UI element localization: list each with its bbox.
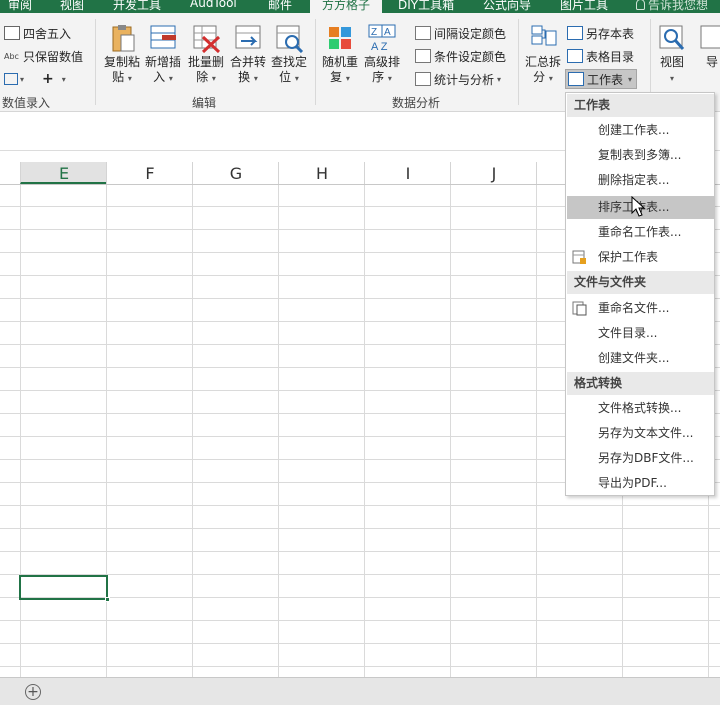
menu-item-protect-sheets[interactable]: 保护工作表: [567, 246, 714, 269]
round-button[interactable]: 四舍五入: [4, 23, 71, 43]
statistics-analysis-button[interactable]: 统计与分析 ▾: [415, 69, 501, 89]
tab-picture-tools[interactable]: 图片工具: [560, 0, 608, 13]
menu-section-header: 工作表: [567, 94, 714, 117]
mouse-pointer-icon: [631, 195, 647, 218]
insert-row-icon: [148, 23, 178, 53]
worksheet-dropdown-menu: 工作表 创建工作表... 复制表到多簿... 删除指定表... 排序工作表...…: [565, 92, 715, 496]
menu-item-format-convert[interactable]: 文件格式转换...: [567, 397, 714, 420]
navigation-icon: [697, 23, 720, 53]
active-cell[interactable]: [19, 575, 110, 602]
chevron-down-icon: ▾: [20, 74, 25, 84]
fill-handle[interactable]: [105, 597, 110, 602]
abc-icon: Abc: [4, 51, 19, 61]
table-directory-icon: [567, 49, 583, 63]
magnifier-icon: [274, 23, 304, 54]
plus-icon: +: [42, 71, 54, 87]
menu-item-create-sheet[interactable]: 创建工作表...: [567, 119, 714, 142]
chevron-down-icon: ▾: [628, 74, 633, 84]
table-directory-button[interactable]: 表格目录: [567, 46, 634, 66]
menu-item-delete-sheets[interactable]: 删除指定表...: [567, 169, 714, 192]
edit-dropdown-button[interactable]: ▾: [4, 69, 24, 89]
menu-section-header: 文件与文件夹: [567, 271, 714, 294]
save-icon: [567, 26, 583, 40]
tell-me-search[interactable]: 告诉我您想: [636, 0, 708, 13]
batch-delete-button[interactable]: 批量删 除 ▾: [186, 23, 226, 86]
merge-convert-button[interactable]: 合并转 换 ▾: [228, 23, 268, 86]
merge-convert-icon: [233, 23, 263, 53]
svg-text:Z: Z: [371, 27, 377, 38]
group-divider: [518, 19, 519, 105]
chevron-down-icon: ▾: [61, 74, 66, 84]
menu-item-export-pdf[interactable]: 导出为PDF...: [567, 472, 714, 495]
rename-file-icon: [572, 301, 587, 316]
group-label-analysis: 数据分析: [392, 96, 441, 110]
tab-view[interactable]: 视图: [60, 0, 84, 13]
view-button[interactable]: 视图 ▾: [652, 23, 692, 86]
advanced-sort-button[interactable]: ZAA Z 高级排 序 ▾: [362, 23, 402, 86]
add-dropdown-button[interactable]: + ▾: [42, 69, 66, 89]
lightbulb-icon: [636, 0, 645, 10]
tab-audtool[interactable]: AudTool: [190, 0, 237, 10]
tab-diy-toolbox[interactable]: DIY工具箱: [398, 0, 454, 13]
random-repeat-button[interactable]: 随机重 复 ▾: [320, 23, 360, 86]
round-icon: [4, 26, 20, 40]
ribbon-tab-bar: 审阅 视图 开发工具 AudTool 邮件 方方格子 DIY工具箱 公式向导 图…: [0, 0, 720, 13]
group-label-numeric: 数值录入: [2, 96, 51, 110]
tab-fangfangezi[interactable]: 方方格子: [310, 0, 383, 13]
column-header-j[interactable]: J: [450, 162, 537, 184]
navigation-button[interactable]: 导: [697, 23, 720, 70]
group-label-edit: 编辑: [192, 96, 217, 110]
interval-color-icon: [415, 26, 431, 40]
group-divider: [315, 19, 316, 105]
summary-split-icon: [528, 23, 558, 53]
column-header-i[interactable]: I: [364, 162, 451, 184]
batch-delete-icon: [191, 23, 221, 54]
chevron-down-icon: ▾: [497, 74, 502, 84]
dice-icon: [325, 23, 355, 53]
menu-item-rename-files[interactable]: 重命名文件...: [567, 297, 714, 320]
tab-mail[interactable]: 邮件: [268, 0, 292, 13]
column-header-e[interactable]: E: [20, 162, 107, 184]
menu-item-save-as-text[interactable]: 另存为文本文件...: [567, 422, 714, 445]
menu-item-save-as-dbf[interactable]: 另存为DBF文件...: [567, 447, 714, 470]
condition-color-button[interactable]: 条件设定颜色: [415, 46, 506, 66]
interval-color-button[interactable]: 间隔设定颜色: [415, 23, 506, 43]
menu-section-header: 格式转换: [567, 372, 714, 395]
tab-developer[interactable]: 开发工具: [113, 0, 161, 13]
clipboard-icon: [107, 23, 137, 53]
worksheet-icon: [568, 72, 584, 86]
svg-text:A: A: [384, 27, 391, 38]
view-magnifier-icon: [657, 23, 687, 53]
menu-item-rename-sheets[interactable]: 重命名工作表...: [567, 221, 714, 244]
worksheet-dropdown-button[interactable]: 工作表 ▾: [565, 69, 638, 89]
save-sheet-button[interactable]: 另存本表: [567, 23, 634, 43]
column-header-f[interactable]: F: [106, 162, 193, 184]
pencil-icon: [4, 73, 18, 85]
sort-az-icon: ZA A Z: [367, 23, 397, 53]
add-sheet-icon[interactable]: +: [25, 684, 41, 700]
svg-text:A Z: A Z: [371, 41, 388, 53]
copy-paste-button[interactable]: 复制粘 贴 ▾: [102, 23, 142, 86]
menu-item-create-folders[interactable]: 创建文件夹...: [567, 347, 714, 370]
lock-sheet-icon: [572, 250, 587, 265]
menu-item-file-directory[interactable]: 文件目录...: [567, 322, 714, 345]
tab-review[interactable]: 审阅: [8, 0, 32, 13]
find-locate-button[interactable]: 查找定 位 ▾: [269, 23, 309, 86]
insert-new-button[interactable]: 新增插 入 ▾: [143, 23, 183, 86]
sheet-tab-bar: +: [0, 677, 720, 705]
column-header-g[interactable]: G: [192, 162, 279, 184]
keep-value-button[interactable]: Abc 只保留数值: [4, 46, 83, 66]
condition-color-icon: [415, 49, 431, 63]
tab-formula-wizard[interactable]: 公式向导: [483, 0, 531, 13]
summary-split-button[interactable]: 汇总拆 分 ▾: [523, 23, 563, 86]
column-header-h[interactable]: H: [278, 162, 365, 184]
group-divider: [95, 19, 96, 105]
statistics-icon: [415, 72, 431, 86]
menu-item-copy-to-books[interactable]: 复制表到多簿...: [567, 144, 714, 167]
